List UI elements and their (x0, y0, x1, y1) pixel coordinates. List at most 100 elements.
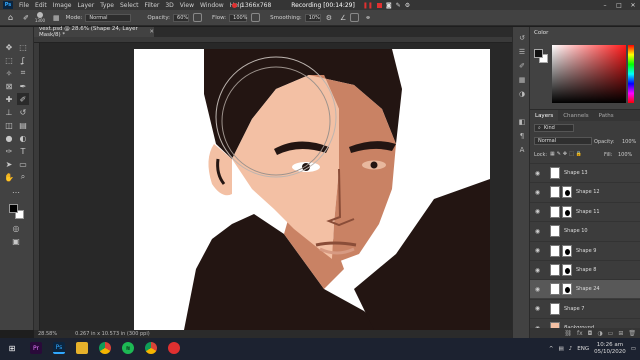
pressure-opacity-icon[interactable] (193, 13, 203, 22)
quick-select-tool-icon[interactable]: ✧ (3, 67, 15, 79)
layer-mask-thumbnail[interactable] (562, 264, 572, 276)
link-layers-icon[interactable]: ⛓ (564, 330, 572, 337)
smoothing-options-icon[interactable]: ⚙ (326, 14, 332, 22)
hand-tool-icon[interactable]: ✋ (3, 171, 15, 183)
minimize-icon[interactable]: – (598, 0, 612, 10)
layer-name[interactable]: Shape 10 (564, 228, 588, 234)
crop-tool-icon[interactable]: ⌗ (17, 67, 29, 79)
lock-icons[interactable]: ▦✎✥⬚🔒 (550, 151, 584, 157)
layer-thumbnail[interactable] (550, 244, 560, 257)
more-tools-icon[interactable]: … (10, 184, 22, 196)
brush-settings-icon[interactable]: ▦ (53, 14, 60, 22)
menu-select[interactable]: Select (117, 2, 142, 9)
layer-row[interactable]: ◉ Shape 8 (530, 260, 640, 279)
visibility-eye-icon[interactable]: ◉ (533, 267, 542, 274)
adjustments-panel-icon[interactable]: ◑ (517, 89, 527, 99)
symmetry-icon[interactable]: ⚭ (365, 14, 371, 22)
settings-icon[interactable]: ⚙ (405, 2, 410, 9)
flow-input[interactable]: 100% (229, 13, 247, 22)
clock[interactable]: 10:26 am 05/10/2020 (594, 342, 626, 356)
hue-slider[interactable] (628, 45, 634, 103)
libraries-panel-icon[interactable]: ◧ (517, 117, 527, 127)
premiere-pro-icon[interactable]: Pr (30, 342, 42, 354)
layer-thumbnail[interactable] (550, 302, 560, 315)
layer-row[interactable]: ◉ Shape 10 (530, 221, 640, 240)
chrome-icon-2[interactable] (145, 342, 157, 354)
notifications-icon[interactable]: ▭ (631, 346, 636, 352)
properties-panel-icon[interactable]: ☰ (517, 47, 527, 57)
language-indicator[interactable]: ENG (577, 346, 589, 352)
visibility-eye-icon[interactable]: ◉ (533, 170, 542, 177)
opacity-input[interactable]: 60% (173, 13, 190, 22)
history-panel-icon[interactable]: ↺ (517, 33, 527, 43)
layer-thumbnail[interactable] (550, 205, 560, 218)
layer-mask-thumbnail[interactable] (562, 283, 572, 296)
tab-channels[interactable]: Channels (558, 113, 593, 119)
photoshop-taskbar-icon[interactable]: Ps (53, 342, 65, 354)
canvas-area[interactable] (34, 37, 512, 330)
brush-preset-picker[interactable]: 1300 (33, 12, 47, 24)
file-explorer-icon[interactable] (76, 342, 88, 354)
layer-opacity-value[interactable]: 100% (622, 139, 636, 145)
path-select-tool-icon[interactable]: ➤ (3, 158, 15, 170)
layer-thumbnail[interactable] (550, 167, 560, 179)
tab-paths[interactable]: Paths (594, 113, 619, 119)
pen-tool-icon[interactable]: ✑ (3, 145, 15, 157)
delete-layer-icon[interactable]: 🗑 (628, 330, 636, 337)
tab-close-icon[interactable]: ✕ (149, 29, 154, 35)
layer-name[interactable]: Shape 13 (564, 170, 588, 176)
menu-image[interactable]: Image (50, 2, 75, 9)
brushes-panel-icon[interactable]: ✐ (517, 61, 527, 71)
layer-row[interactable]: ◉ Shape 11 (530, 201, 640, 221)
layer-name[interactable]: Shape 9 (576, 248, 596, 254)
brush-tool-icon[interactable]: ✐ (17, 93, 29, 105)
gradient-tool-icon[interactable]: ▤ (17, 119, 29, 131)
visibility-eye-icon[interactable]: ◉ (533, 286, 542, 293)
add-mask-icon[interactable]: ◘ (588, 330, 593, 337)
layer-thumbnail[interactable] (550, 225, 560, 238)
zoom-tool-icon[interactable]: ⌕ (17, 171, 29, 183)
spotify-icon[interactable]: ≋ (122, 342, 134, 354)
layer-row[interactable]: ◉ Shape 9 (530, 240, 640, 260)
dodge-tool-icon[interactable]: ◐ (17, 132, 29, 144)
menu-type[interactable]: Type (97, 2, 117, 9)
eraser-tool-icon[interactable]: ◫ (3, 119, 15, 131)
stamp-tool-icon[interactable]: ⊥ (3, 106, 15, 118)
menu-layer[interactable]: Layer (74, 2, 97, 9)
new-group-icon[interactable]: ▭ (608, 330, 614, 337)
pressure-size-icon[interactable] (350, 13, 360, 22)
layer-thumbnail[interactable] (550, 264, 560, 276)
menu-file[interactable]: File (16, 2, 32, 9)
move-tool-icon[interactable]: ✥ (3, 41, 15, 53)
layer-name[interactable]: Shape 12 (576, 189, 600, 195)
blend-mode-select[interactable]: Normal (534, 137, 592, 145)
healing-tool-icon[interactable]: ✚ (3, 93, 15, 105)
type-tool-icon[interactable]: T (17, 145, 29, 157)
history-brush-icon[interactable]: ↺ (17, 106, 29, 118)
airbrush-icon[interactable] (251, 13, 261, 22)
camera-icon[interactable]: ◙ (386, 2, 392, 9)
visibility-eye-icon[interactable]: ◉ (533, 305, 542, 312)
tray-arrow-icon[interactable]: ^ (549, 346, 554, 352)
pen-icon[interactable]: ✎ (396, 2, 401, 9)
tab-layers[interactable]: Layers (530, 110, 559, 121)
quick-mask-icon[interactable]: ◎ (10, 222, 22, 234)
swatches-panel-icon[interactable]: ▦ (517, 75, 527, 85)
visibility-eye-icon[interactable]: ◉ (533, 247, 542, 254)
recorder-icon[interactable] (168, 342, 180, 354)
artboard-tool-icon[interactable]: ⬚ (17, 41, 29, 53)
stop-icon[interactable] (376, 2, 382, 8)
chrome-icon[interactable] (99, 342, 111, 354)
home-icon[interactable]: ⌂ (8, 13, 13, 22)
visibility-eye-icon[interactable]: ◉ (533, 208, 542, 215)
color-picker-field[interactable] (552, 45, 626, 103)
frame-tool-icon[interactable]: ⊠ (3, 80, 15, 92)
adjustment-layer-icon[interactable]: ◑ (597, 330, 602, 337)
artboard[interactable] (134, 49, 490, 330)
layer-mask-thumbnail[interactable] (562, 186, 572, 199)
layer-row[interactable]: ◉ Shape 13 (530, 163, 640, 182)
layer-thumbnail[interactable] (550, 283, 560, 296)
fill-value[interactable]: 100% (618, 152, 632, 158)
volume-icon[interactable]: ♪ (569, 346, 573, 352)
eyedropper-tool-icon[interactable]: ✒ (17, 80, 29, 92)
